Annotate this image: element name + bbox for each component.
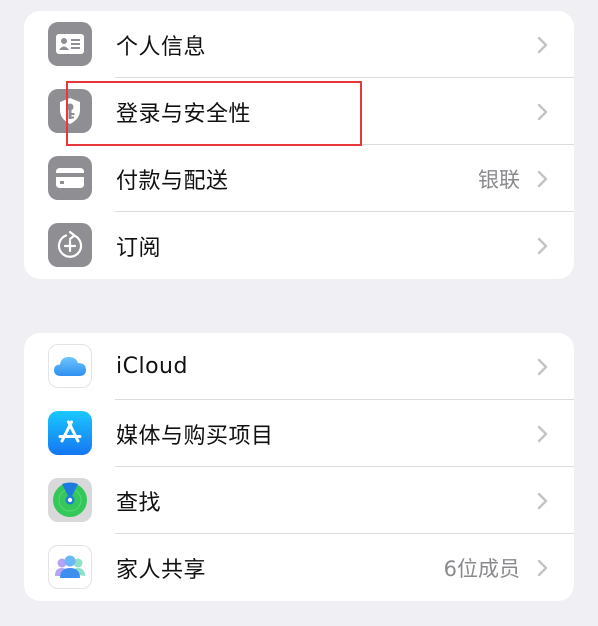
row-detail-value: 银联	[478, 167, 520, 192]
chevron-right-icon	[537, 103, 548, 120]
row-label: 登录与安全性	[116, 101, 252, 127]
row-family-sharing[interactable]: 家人共享 6位成员	[24, 534, 574, 601]
icloud-icon	[48, 344, 92, 388]
find-my-icon	[48, 478, 92, 522]
row-label: 个人信息	[116, 34, 207, 60]
row-subscriptions[interactable]: 订阅	[24, 212, 574, 279]
services-group: iCloud 媒体与购买项目 查找 家人共享 6位成员	[24, 333, 574, 601]
chevron-right-icon	[537, 559, 548, 576]
chevron-right-icon	[537, 425, 548, 442]
row-label: 媒体与购买项目	[116, 423, 274, 449]
credit-card-icon	[48, 156, 92, 200]
row-label: 订阅	[116, 235, 162, 261]
row-find-my[interactable]: 查找	[24, 467, 574, 534]
subscription-icon	[48, 223, 92, 267]
chevron-right-icon	[537, 36, 548, 53]
row-detail-value: 6位成员	[443, 556, 520, 581]
chevron-right-icon	[537, 492, 548, 509]
shield-key-icon	[48, 89, 92, 133]
account-settings-group: 个人信息 登录与安全性 付款与配送 银联 订阅	[24, 11, 574, 279]
row-label: iCloud	[116, 354, 188, 379]
row-media-purchases[interactable]: 媒体与购买项目	[24, 400, 574, 467]
row-personal-info[interactable]: 个人信息	[24, 11, 574, 78]
chevron-right-icon	[537, 358, 548, 375]
row-sign-in-security[interactable]: 登录与安全性	[24, 78, 574, 145]
row-label: 查找	[116, 490, 162, 516]
contact-card-icon	[48, 22, 92, 66]
row-label: 付款与配送	[116, 168, 229, 194]
chevron-right-icon	[537, 237, 548, 254]
row-icloud[interactable]: iCloud	[24, 333, 574, 400]
row-payment-shipping[interactable]: 付款与配送 银联	[24, 145, 574, 212]
row-label: 家人共享	[116, 557, 207, 583]
app-store-icon	[48, 411, 92, 455]
family-sharing-icon	[48, 545, 92, 589]
chevron-right-icon	[537, 170, 548, 187]
